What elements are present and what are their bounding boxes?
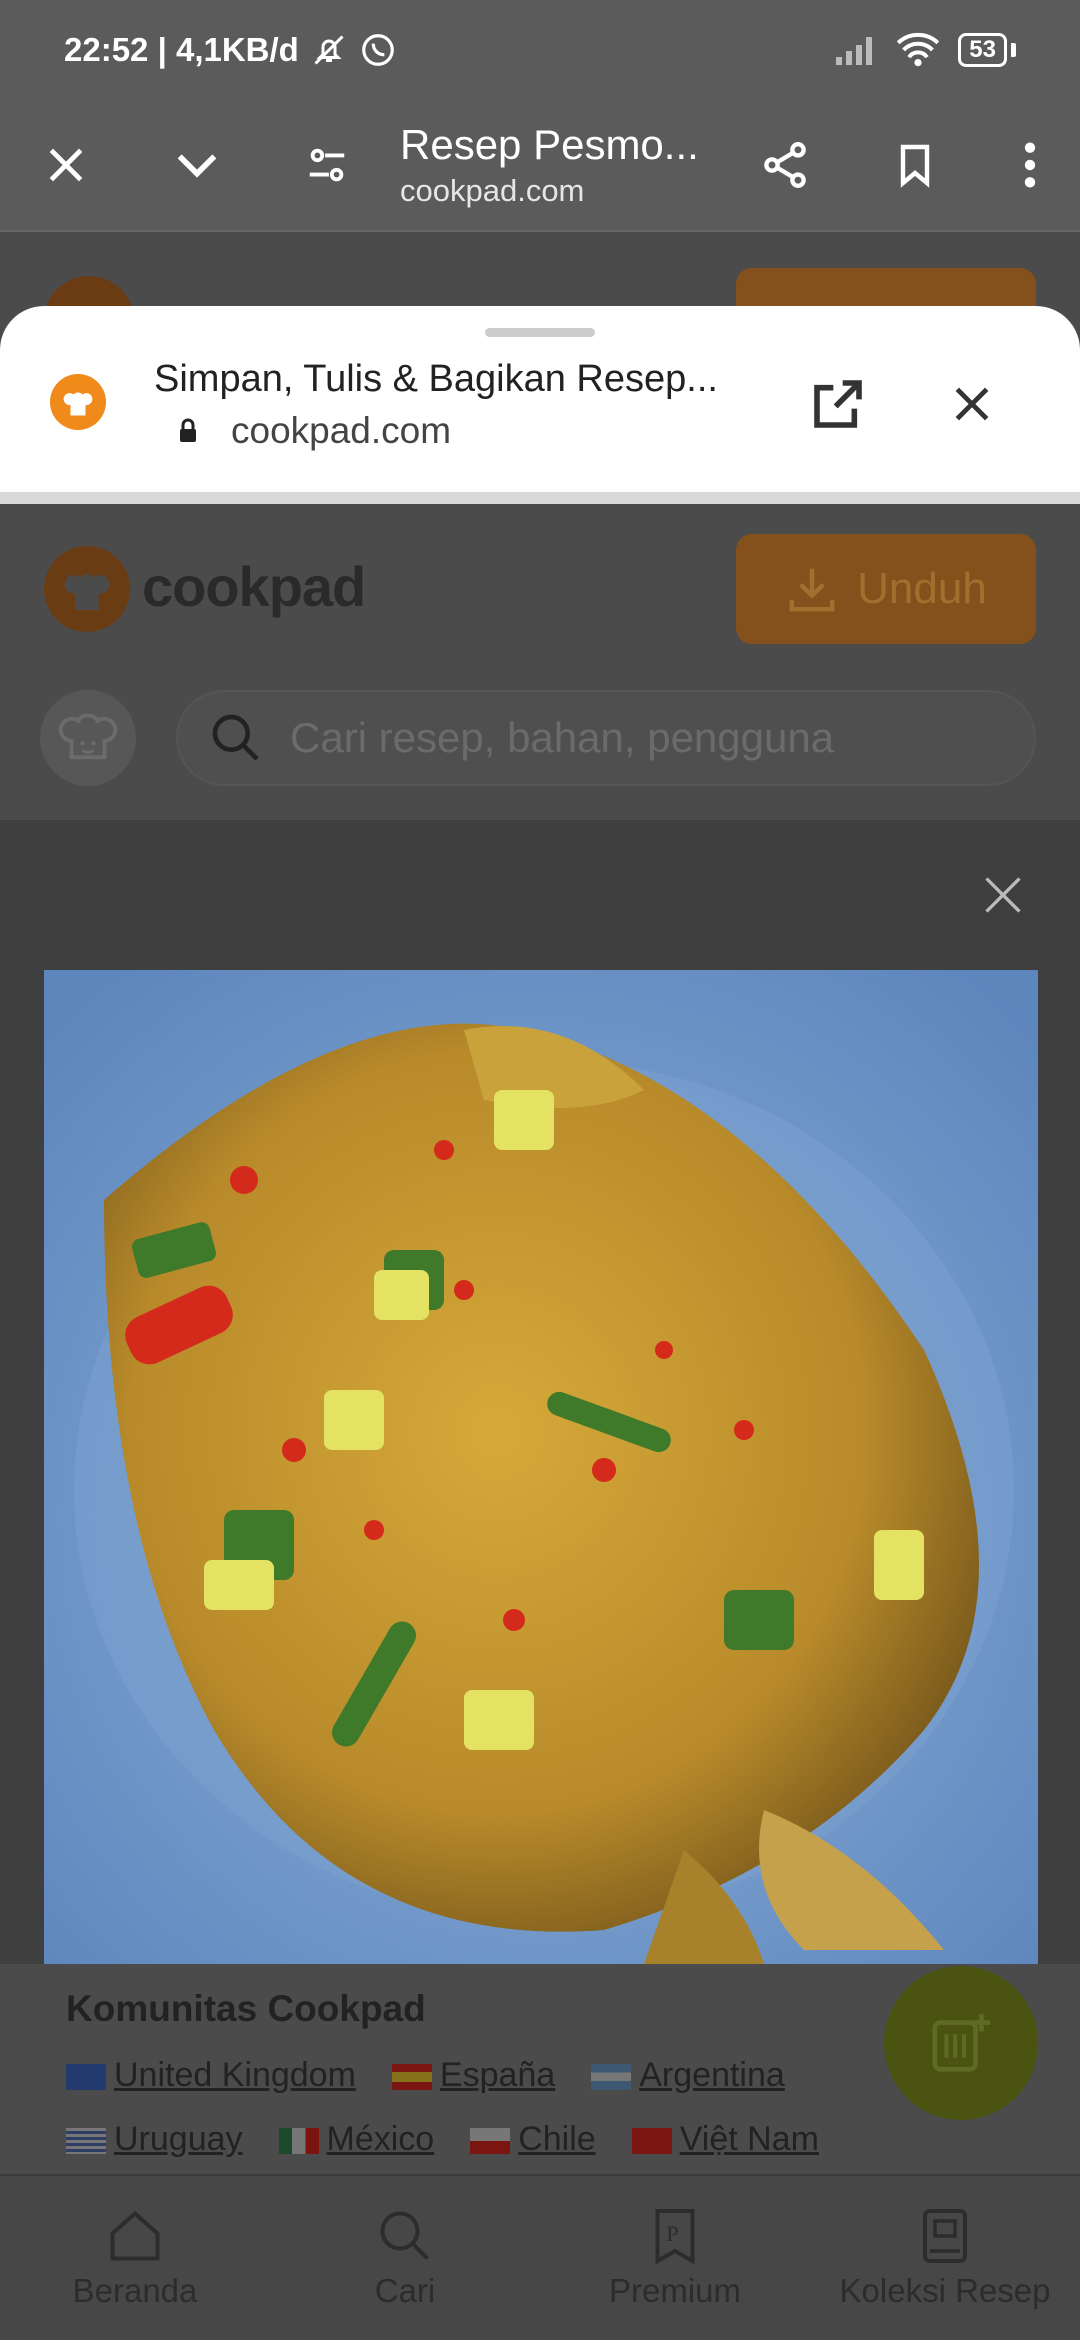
page-url: cookpad.com <box>400 173 585 208</box>
svg-text:P: P <box>666 2221 679 2246</box>
cookpad-logo-icon[interactable] <box>44 546 130 632</box>
flag-uruguay-icon <box>66 2128 106 2155</box>
nav-home[interactable]: Beranda <box>0 2176 270 2340</box>
share-button[interactable] <box>720 99 850 231</box>
chef-avatar-icon <box>58 713 118 760</box>
community-heading: Komunitas Cookpad <box>66 1988 426 2029</box>
country-label: México <box>326 2120 435 2158</box>
nav-premium-label: Premium <box>608 2272 742 2309</box>
country-link-chile[interactable]: Chile <box>470 2120 617 2159</box>
open-in-browser-button[interactable] <box>806 372 870 436</box>
country-label: Việt Nam <box>679 2120 819 2158</box>
country-link-uk[interactable]: United Kingdom <box>66 2056 378 2095</box>
custom-tab-toolbar: Resep Pesmo... cookpad.com <box>0 100 1080 232</box>
search-icon <box>212 714 259 761</box>
bookmark-icon <box>900 144 930 188</box>
site-favicon <box>50 374 106 430</box>
nav-collection-label: Koleksi Resep <box>839 2272 1051 2309</box>
recipe-book-icon <box>923 2209 967 2263</box>
open-in-new-icon <box>814 380 862 428</box>
country-link-mexico[interactable]: México <box>278 2120 457 2159</box>
country-label: Argentina <box>639 2056 785 2094</box>
close-icon <box>985 877 1021 913</box>
nav-collection[interactable]: Koleksi Resep <box>810 2176 1080 2340</box>
status-time: 22:52 | 4,1KB/d <box>64 31 299 68</box>
nav-search-label: Cari <box>374 2272 436 2309</box>
status-right: 53 <box>834 32 1016 68</box>
mute-icon <box>314 35 344 65</box>
lightbox-close-button[interactable] <box>976 868 1030 922</box>
status-bar: 22:52 | 4,1KB/d 53 <box>0 0 1080 100</box>
country-row-2: Uruguay México Chile Việt Nam <box>66 2120 966 2159</box>
chef-hat-icon <box>63 392 93 416</box>
sheet-divider <box>0 492 1080 504</box>
signal-icon <box>836 37 873 65</box>
search-icon <box>380 2211 429 2260</box>
minimize-button[interactable] <box>132 99 262 231</box>
bottom-navigation: Beranda Cari P Premium Koleksi Resep <box>0 2174 1080 2340</box>
country-label: Uruguay <box>114 2120 243 2158</box>
home-icon <box>110 2210 160 2261</box>
user-avatar[interactable] <box>40 690 136 786</box>
page-title: Resep Pesmo... <box>400 121 699 168</box>
more-vert-icon <box>1024 142 1036 188</box>
bookmark-button[interactable] <box>850 99 980 231</box>
flag-mexico-icon <box>278 2128 319 2155</box>
fried-fish-dish-image <box>44 970 1038 1964</box>
flag-chile-icon <box>470 2128 511 2155</box>
link-preview-sheet: Simpan, Tulis & Bagikan Resep... cookpad… <box>0 306 1080 496</box>
whatsapp-icon <box>362 34 394 66</box>
premium-icon: P <box>655 2209 695 2265</box>
cookpad-logo-text[interactable]: cookpad <box>142 554 366 619</box>
nav-search[interactable]: Cari <box>270 2176 540 2340</box>
download-app-button[interactable]: Unduh <box>736 534 1036 644</box>
country-link-uruguay[interactable]: Uruguay <box>66 2120 265 2159</box>
wifi-icon <box>897 32 940 67</box>
nav-home-label: Beranda <box>72 2272 198 2309</box>
lock-icon <box>180 418 196 442</box>
create-recipe-fab[interactable] <box>884 1966 1038 2120</box>
toolbar-title-area[interactable]: Resep Pesmo... cookpad.com <box>392 121 720 209</box>
sheet-title: Simpan, Tulis & Bagikan Resep... <box>154 358 718 400</box>
add-recipe-icon <box>932 2013 991 2072</box>
flag-vietnam-icon <box>631 2128 672 2155</box>
flag-spain-icon <box>391 2064 432 2091</box>
flag-uk-icon <box>66 2064 106 2091</box>
sheet-drag-handle[interactable] <box>485 328 595 337</box>
search-input[interactable] <box>290 714 990 762</box>
country-label: España <box>439 2056 556 2094</box>
download-label: Unduh <box>857 564 987 613</box>
country-link-vietnam[interactable]: Việt Nam <box>631 2120 841 2159</box>
site-settings-button[interactable] <box>262 99 392 231</box>
country-label: Chile <box>518 2120 596 2158</box>
country-link-argentina[interactable]: Argentina <box>591 2056 807 2095</box>
close-icon <box>955 387 989 421</box>
status-left: 22:52 | 4,1KB/d <box>64 31 397 69</box>
battery-tip <box>1011 43 1016 57</box>
country-link-spain[interactable]: España <box>391 2056 577 2095</box>
country-label: United Kingdom <box>114 2056 356 2094</box>
close-tab-button[interactable] <box>0 99 132 231</box>
sheet-url: cookpad.com <box>231 410 452 451</box>
share-icon <box>764 142 806 188</box>
recipe-photo <box>44 970 1038 1964</box>
chevron-down-icon <box>177 154 217 178</box>
flag-argentina-icon <box>591 2064 632 2091</box>
search-bar[interactable] <box>176 690 1036 786</box>
more-menu-button[interactable] <box>980 99 1080 231</box>
battery-indicator: 53 <box>958 33 1007 67</box>
nav-premium[interactable]: P Premium <box>540 2176 810 2340</box>
chef-hat-icon <box>64 574 110 610</box>
close-icon <box>49 148 83 182</box>
download-icon <box>789 568 835 612</box>
site-header: cookpad Unduh <box>0 504 1080 816</box>
tune-icon <box>309 148 345 182</box>
sheet-close-button[interactable] <box>940 372 1004 436</box>
country-row-1: United Kingdom España Argentina <box>66 2056 966 2095</box>
